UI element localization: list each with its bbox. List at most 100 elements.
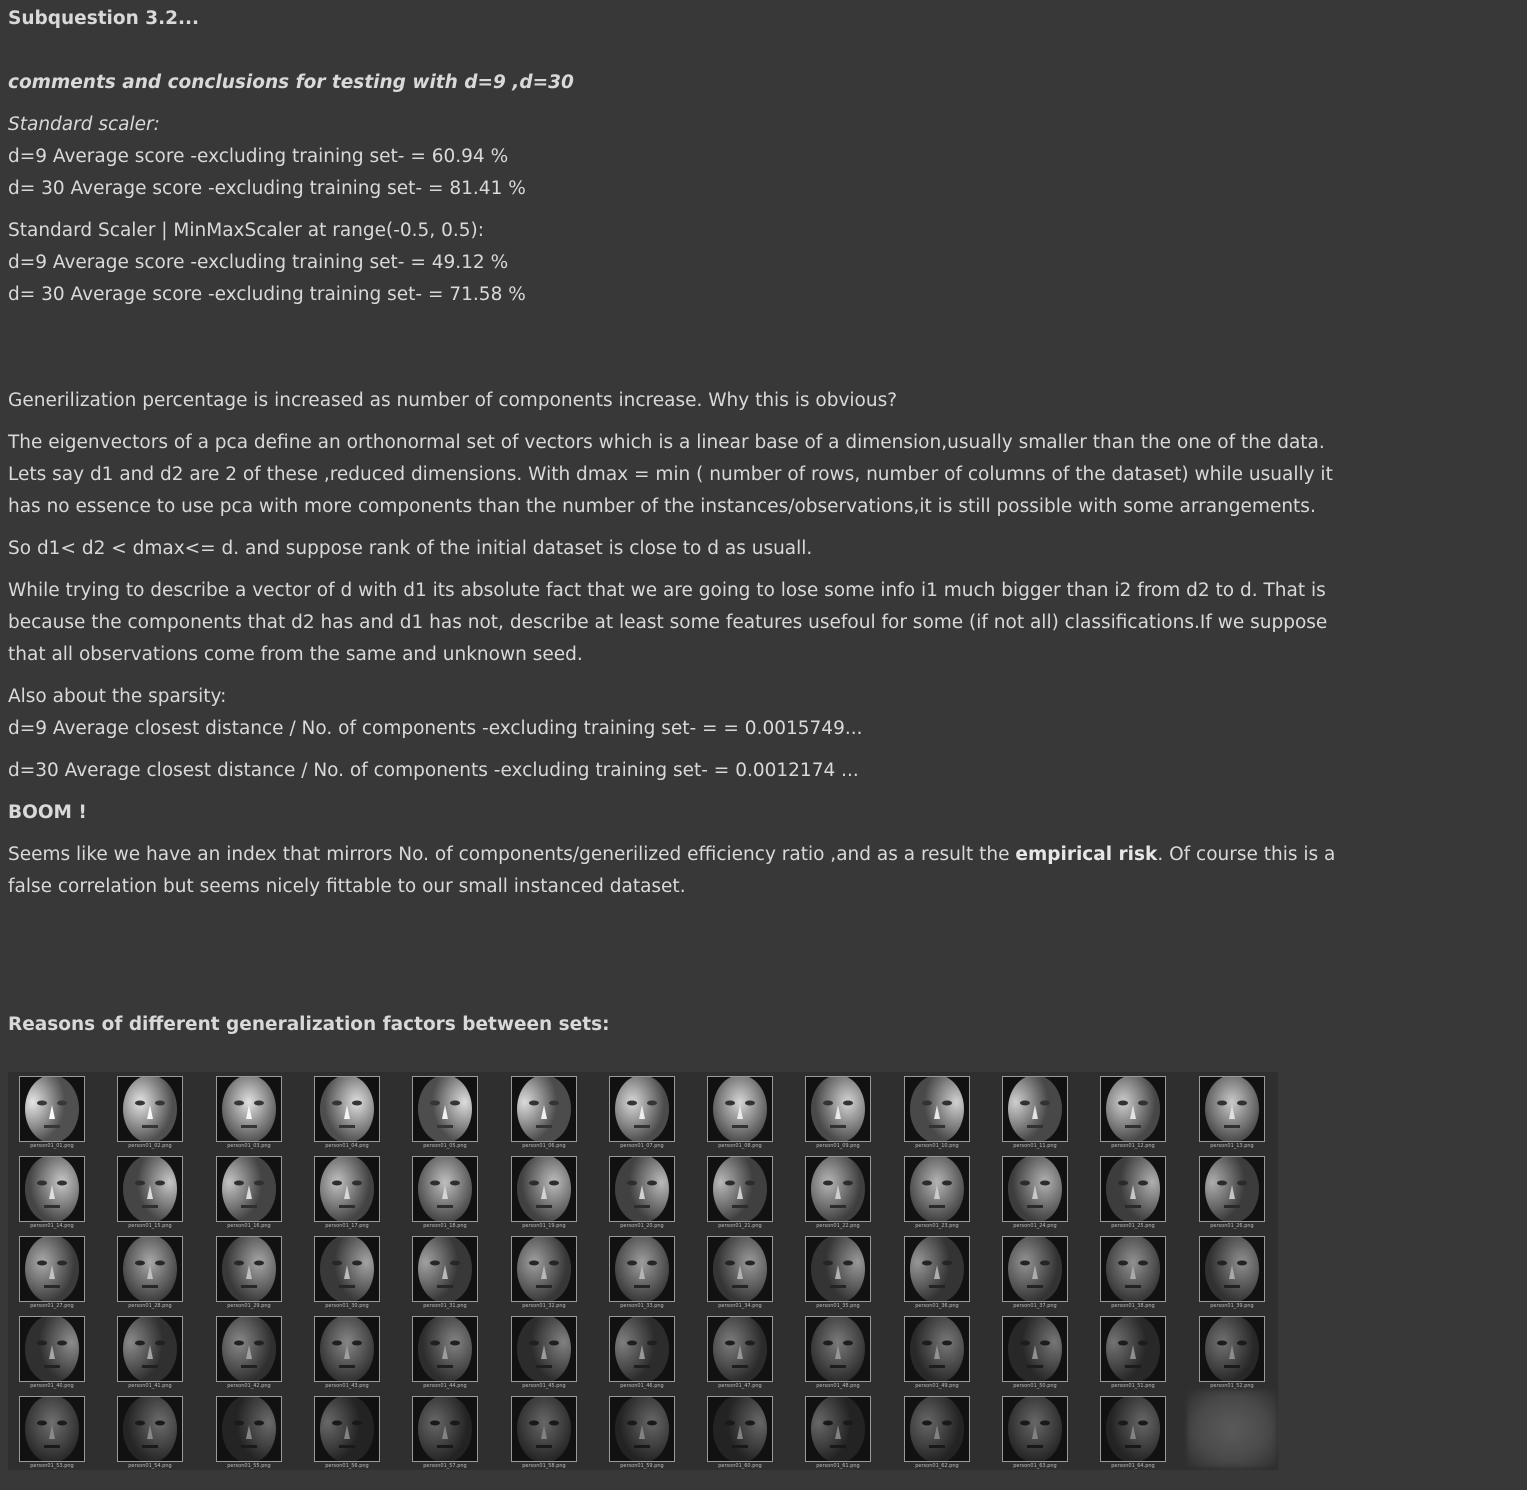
face-thumbnail [806,1237,870,1301]
blurred-placeholder-image [1187,1390,1277,1468]
face-image-filename: person01_41.png [128,1383,172,1389]
face-image-filename: person01_23.png [915,1223,959,1229]
face-image-filename: person01_40.png [30,1383,74,1389]
face-image [511,1396,577,1462]
face-thumbnail [413,1077,477,1141]
face-image [1199,1156,1265,1222]
face-thumbnail [708,1237,772,1301]
face-image [805,1236,871,1302]
face-image [117,1316,183,1382]
face-thumbnail [708,1397,772,1461]
sparsity-d9: d=9 Average closest distance / No. of co… [8,718,863,739]
face-thumbnail [217,1077,281,1141]
section-heading: Subquestion 3.2... [8,8,200,29]
face-image-filename: person01_45.png [522,1383,566,1389]
face-image [904,1236,970,1302]
face-image-filename: person01_52.png [1210,1383,1254,1389]
face-image [609,1396,675,1462]
face-image [904,1316,970,1382]
face-image-filename: person01_15.png [128,1223,172,1229]
eigen-paragraph-line: The eigenvectors of a pca define an orth… [8,432,1325,453]
face-thumbnail [1003,1157,1067,1221]
describe-paragraph-line: that all observations come from the same… [8,644,583,665]
face-image-filename: person01_44.png [423,1383,467,1389]
face-image [904,1156,970,1222]
face-thumbnail [20,1157,84,1221]
face-thumbnail [315,1077,379,1141]
face-thumbnail [1003,1237,1067,1301]
face-image-filename: person01_17.png [325,1223,369,1229]
face-image [412,1076,478,1142]
face-image [314,1076,380,1142]
face-image-filename: person01_56.png [325,1463,369,1469]
face-image-filename: person01_06.png [522,1143,566,1149]
face-thumbnail [512,1237,576,1301]
face-image-filename: person01_04.png [325,1143,369,1149]
face-image-filename: person01_07.png [620,1143,664,1149]
face-thumbnail [806,1157,870,1221]
face-image-filename: person01_29.png [227,1303,271,1309]
face-image [805,1396,871,1462]
face-image-filename: person01_57.png [423,1463,467,1469]
face-image [216,1236,282,1302]
face-image-grid: person01_01.png person01_02.png person01_0… [8,1072,1278,1470]
face-image-filename: person01_08.png [718,1143,762,1149]
standard-scaler-d9: d=9 Average score -excluding training se… [8,146,509,167]
face-image [412,1396,478,1462]
face-thumbnail [610,1157,674,1221]
face-image-filename: person01_58.png [522,1463,566,1469]
face-image [1100,1236,1166,1302]
face-image-filename: person01_30.png [325,1303,369,1309]
minmax-scaler-label: Standard Scaler | MinMaxScaler at range(… [8,220,484,241]
reasons-heading: Reasons of different generalization fact… [8,1014,610,1035]
face-image [412,1156,478,1222]
face-thumbnail [118,1077,182,1141]
face-image [19,1076,85,1142]
face-image [609,1236,675,1302]
face-image-filename: person01_33.png [620,1303,664,1309]
face-image-filename: person01_18.png [423,1223,467,1229]
face-image [1002,1156,1068,1222]
face-thumbnail [20,1397,84,1461]
face-image-filename: person01_47.png [718,1383,762,1389]
face-image [511,1316,577,1382]
sparsity-label: Also about the sparsity: [8,686,227,707]
face-image-filename: person01_19.png [522,1223,566,1229]
face-image [1002,1316,1068,1382]
face-thumbnail [118,1157,182,1221]
face-image [609,1316,675,1382]
face-image-filename: person01_51.png [1111,1383,1155,1389]
face-image [707,1156,773,1222]
face-image-filename: person01_49.png [915,1383,959,1389]
face-image [511,1076,577,1142]
face-thumbnail [118,1397,182,1461]
face-thumbnail [806,1077,870,1141]
face-image [314,1156,380,1222]
face-image [216,1076,282,1142]
eigen-paragraph-line: Lets say d1 and d2 are 2 of these ,reduc… [8,464,1333,485]
face-image [1100,1076,1166,1142]
face-thumbnail [1101,1157,1165,1221]
face-image [904,1076,970,1142]
face-thumbnail [512,1317,576,1381]
face-image [904,1396,970,1462]
face-thumbnail [315,1237,379,1301]
boom-text: BOOM ! [8,802,87,823]
face-thumbnail [1200,1317,1264,1381]
face-thumbnail [217,1157,281,1221]
face-thumbnail [217,1237,281,1301]
describe-paragraph-line: While trying to describe a vector of d w… [8,580,1326,601]
face-thumbnail [315,1157,379,1221]
face-image-filename: person01_38.png [1111,1303,1155,1309]
face-image-filename: person01_14.png [30,1223,74,1229]
face-thumbnail [20,1317,84,1381]
face-thumbnail [1003,1077,1067,1141]
face-image-filename: person01_12.png [1111,1143,1155,1149]
face-image [805,1076,871,1142]
face-image [216,1156,282,1222]
face-image [1100,1316,1166,1382]
face-thumbnail [1200,1077,1264,1141]
face-image [117,1076,183,1142]
face-image [314,1236,380,1302]
face-image-filename: person01_27.png [30,1303,74,1309]
